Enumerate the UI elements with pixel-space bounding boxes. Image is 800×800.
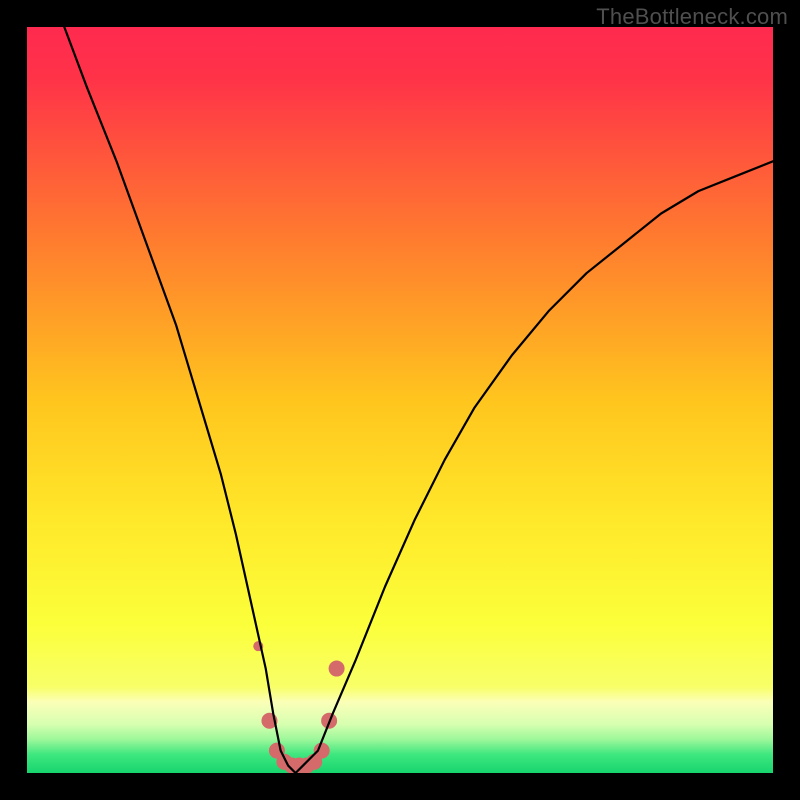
- gradient-background: [27, 27, 773, 773]
- chart-frame: TheBottleneck.com: [0, 0, 800, 800]
- plot-area: [27, 27, 773, 773]
- watermark-text: TheBottleneck.com: [596, 4, 788, 30]
- chart-svg: [27, 27, 773, 773]
- marker-dot: [314, 743, 330, 759]
- marker-dot: [329, 661, 345, 677]
